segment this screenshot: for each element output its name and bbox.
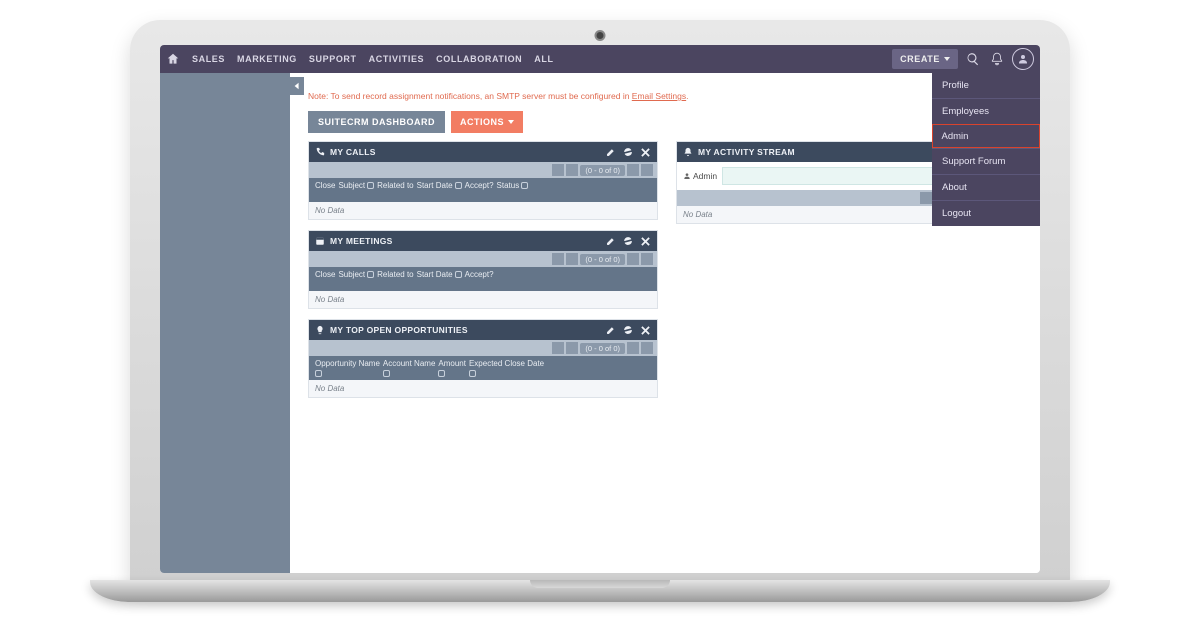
col-account[interactable]: Account Name [383,359,435,377]
col-accept[interactable]: Accept? [465,270,494,279]
dashlet-title: MY MEETINGS [330,236,393,246]
pager-text: (0 - 0 of 0) [580,343,625,354]
dashlet-title: MY CALLS [330,147,376,157]
menu-logout[interactable]: Logout [932,200,1040,226]
no-data: No Data [309,291,657,308]
col-start[interactable]: Start Date [417,270,462,279]
menu-support-forum[interactable]: Support Forum [932,148,1040,174]
pager-next[interactable] [627,164,639,176]
user-dropdown: Profile Employees Admin Support Forum Ab… [932,73,1040,226]
content-area: Note: To send record assignment notifica… [290,73,1040,573]
pager-first[interactable] [920,192,932,204]
nav-activities[interactable]: ACTIVITIES [369,54,425,64]
pager-prev[interactable] [566,342,578,354]
nav-support[interactable]: SUPPORT [309,54,357,64]
close-icon[interactable] [639,324,651,336]
menu-about[interactable]: About [932,174,1040,200]
top-nav: SALES MARKETING SUPPORT ACTIVITIES COLLA… [160,45,1040,73]
no-data: No Data [309,202,657,219]
bell-icon [683,147,693,157]
pager: (0 - 0 of 0) [309,340,657,356]
edit-icon[interactable] [605,146,617,158]
nav-marketing[interactable]: MARKETING [237,54,297,64]
bulb-icon [315,325,325,335]
col-oppname[interactable]: Opportunity Name [315,359,380,377]
refresh-icon[interactable] [622,324,634,336]
pager-prev[interactable] [566,164,578,176]
phone-icon [315,147,325,157]
current-user: Admin [683,171,717,181]
pager-last[interactable] [641,342,653,354]
pager-prev[interactable] [566,253,578,265]
create-label: CREATE [900,54,940,64]
column-headers: Opportunity Name Account Name Amount Exp… [309,356,657,380]
email-settings-link[interactable]: Email Settings [632,91,686,101]
menu-profile[interactable]: Profile [932,73,1040,98]
sidebar [160,73,290,573]
pager-last[interactable] [641,253,653,265]
col-closedate[interactable]: Expected Close Date [469,359,544,377]
edit-icon[interactable] [605,324,617,336]
pager-first[interactable] [552,342,564,354]
refresh-icon[interactable] [622,235,634,247]
pager: (0 - 0 of 0) [309,162,657,178]
chevron-down-icon [944,57,950,61]
smtp-note: Note: To send record assignment notifica… [308,91,1026,101]
pager-first[interactable] [552,164,564,176]
pager: (0 - 0 of 0) [309,251,657,267]
actions-label: ACTIONS [460,117,504,127]
laptop-base [90,580,1110,602]
col-status[interactable]: Status [497,181,529,190]
edit-icon[interactable] [605,235,617,247]
col-accept[interactable]: Accept? [465,181,494,190]
app-screen: SALES MARKETING SUPPORT ACTIVITIES COLLA… [160,45,1040,573]
calendar-icon [315,236,325,246]
nav-collaboration[interactable]: COLLABORATION [436,54,522,64]
nav-all[interactable]: ALL [534,54,553,64]
chevron-down-icon [508,120,514,124]
close-icon[interactable] [639,235,651,247]
col-start[interactable]: Start Date [417,181,462,190]
column-headers: Close Subject Related to Start Date Acce… [309,178,657,202]
col-subject[interactable]: Subject [338,181,374,190]
note-suffix: . [686,91,688,101]
pager-first[interactable] [552,253,564,265]
actions-dropdown[interactable]: ACTIONS [451,111,523,133]
close-icon[interactable] [639,146,651,158]
col-subject[interactable]: Subject [338,270,374,279]
col-close[interactable]: Close [315,181,335,190]
dashlet-title: MY TOP OPEN OPPORTUNITIES [330,325,468,335]
column-headers: Close Subject Related to Start Date Acce… [309,267,657,291]
create-button[interactable]: CREATE [892,49,958,69]
nav-sales[interactable]: SALES [192,54,225,64]
col-related[interactable]: Related to [377,181,413,190]
col-close[interactable]: Close [315,270,335,279]
dashlet-my-calls: MY CALLS (0 - 0 of 0) [308,141,658,220]
pager-text: (0 - 0 of 0) [580,254,625,265]
pager-next[interactable] [627,342,639,354]
sidebar-collapse[interactable] [290,77,304,95]
col-amount[interactable]: Amount [438,359,466,377]
bell-icon[interactable] [988,50,1006,68]
col-related[interactable]: Related to [377,270,413,279]
note-prefix: Note: To send record assignment notifica… [308,91,632,101]
pager-text: (0 - 0 of 0) [580,165,625,176]
dashlet-title: MY ACTIVITY STREAM [698,147,795,157]
dashlet-top-opportunities: MY TOP OPEN OPPORTUNITIES (0 - 0 of 0) [308,319,658,398]
home-icon[interactable] [166,52,180,66]
pager-last[interactable] [641,164,653,176]
search-icon[interactable] [964,50,982,68]
dashlet-my-meetings: MY MEETINGS (0 - 0 of 0) [308,230,658,309]
pager-next[interactable] [627,253,639,265]
menu-employees[interactable]: Employees [932,98,1040,124]
menu-admin[interactable]: Admin [932,124,1040,148]
no-data: No Data [309,380,657,397]
refresh-icon[interactable] [622,146,634,158]
user-avatar[interactable] [1012,48,1034,70]
tab-dashboard[interactable]: SUITECRM DASHBOARD [308,111,445,133]
